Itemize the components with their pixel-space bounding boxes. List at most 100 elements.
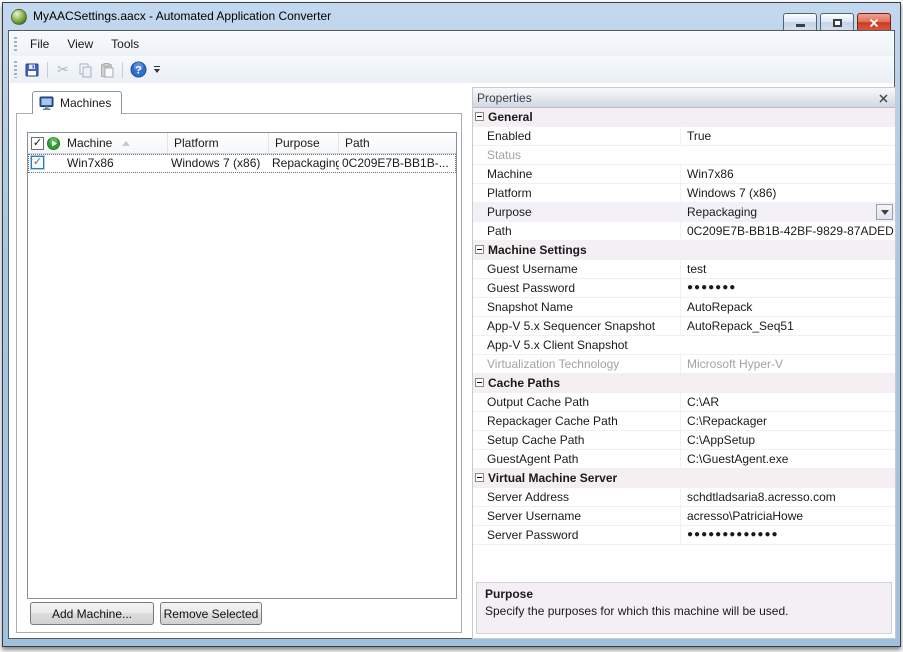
section-general[interactable]: General xyxy=(473,108,895,127)
cut-button[interactable]: ✂ xyxy=(53,60,73,80)
help-button[interactable]: ? xyxy=(128,60,148,80)
property-row-appv-client-snapshot[interactable]: App-V 5.x Client Snapshot xyxy=(473,336,895,355)
section-virtual-machine-server[interactable]: Virtual Machine Server xyxy=(473,469,895,488)
property-row-setup-cache-path[interactable]: Setup Cache Path C:\AppSetup xyxy=(473,431,895,450)
tab-machines[interactable]: Machines xyxy=(32,91,122,114)
collapse-icon[interactable] xyxy=(475,378,484,387)
toolbar-separator xyxy=(122,62,123,78)
row-checkbox[interactable]: ✓ xyxy=(31,156,44,169)
row-checkbox-cell[interactable]: ✓ xyxy=(28,154,46,173)
grip-handle[interactable] xyxy=(14,61,17,77)
copy-button[interactable] xyxy=(75,60,95,80)
property-row-appv-sequencer-snapshot[interactable]: App-V 5.x Sequencer Snapshot AutoRepack_… xyxy=(473,317,895,336)
property-row-guest-username[interactable]: Guest Username test xyxy=(473,260,895,279)
properties-title: Properties xyxy=(477,91,532,105)
property-value[interactable]: schdtladsaria8.acresso.com xyxy=(680,488,894,506)
table-header: ✓ Machine Platform Purpose xyxy=(28,133,456,154)
properties-close-button[interactable] xyxy=(876,91,891,106)
property-label: App-V 5.x Sequencer Snapshot xyxy=(487,317,679,335)
property-label: App-V 5.x Client Snapshot xyxy=(487,336,679,354)
property-value[interactable]: Windows 7 (x86) xyxy=(680,184,894,202)
client-area: File View Tools ✂ xyxy=(8,30,895,639)
menu-tools[interactable]: Tools xyxy=(102,34,148,54)
purpose-dropdown-button[interactable] xyxy=(876,204,893,220)
remove-selected-button[interactable]: Remove Selected xyxy=(160,602,262,625)
copy-icon xyxy=(77,62,93,78)
window-title: MyAACSettings.aacx - Automated Applicati… xyxy=(33,9,331,23)
column-header-purpose[interactable]: Purpose xyxy=(269,133,339,153)
machines-table[interactable]: ✓ Machine Platform Purpose xyxy=(27,132,457,599)
property-label: Setup Cache Path xyxy=(487,431,679,449)
toolbar-separator xyxy=(47,62,48,78)
property-value[interactable]: Win7x86 xyxy=(680,165,894,183)
property-value[interactable]: AutoRepack_Seq51 xyxy=(680,317,894,335)
property-value-password[interactable]: ●●●●●●● xyxy=(680,279,894,297)
column-label: Machine xyxy=(67,136,112,150)
select-all-checkbox[interactable]: ✓ xyxy=(31,137,44,150)
toolbar: ✂ ? xyxy=(10,56,893,83)
collapse-icon[interactable] xyxy=(475,473,484,482)
header-checkbox-cell[interactable]: ✓ xyxy=(28,133,46,153)
property-row-status[interactable]: Status xyxy=(473,146,895,165)
header-status-cell[interactable] xyxy=(46,133,61,153)
property-row-platform[interactable]: Platform Windows 7 (x86) xyxy=(473,184,895,203)
property-value[interactable]: AutoRepack xyxy=(680,298,894,316)
property-value[interactable]: Repackaging xyxy=(680,203,894,221)
property-value[interactable]: C:\GuestAgent.exe xyxy=(680,450,894,468)
property-row-path[interactable]: Path 0C209E7B-BB1B-42BF-9829-87ADED2E8 xyxy=(473,222,895,241)
property-label: Server Password xyxy=(487,526,679,544)
property-value[interactable]: acresso\PatriciaHowe xyxy=(680,507,894,525)
property-value[interactable]: True xyxy=(680,127,894,145)
menu-file[interactable]: File xyxy=(21,34,58,54)
save-button[interactable] xyxy=(22,60,42,80)
paste-button[interactable] xyxy=(97,60,117,80)
property-row-purpose[interactable]: Purpose Repackaging xyxy=(473,203,895,222)
property-row-virtualization-technology[interactable]: Virtualization Technology Microsoft Hype… xyxy=(473,355,895,374)
column-header-machine[interactable]: Machine xyxy=(61,133,168,153)
toolbar-overflow-button[interactable] xyxy=(151,60,163,80)
table-row[interactable]: ✓ Win7x86 Windows 7 (x86) Repackaging 0C… xyxy=(28,154,456,173)
section-label: Cache Paths xyxy=(488,376,560,390)
chevron-down-icon xyxy=(881,210,889,215)
property-value[interactable]: C:\AR xyxy=(680,393,894,411)
column-header-path[interactable]: Path xyxy=(339,133,458,153)
property-row-server-address[interactable]: Server Address schdtladsaria8.acresso.co… xyxy=(473,488,895,507)
property-row-server-username[interactable]: Server Username acresso\PatriciaHowe xyxy=(473,507,895,526)
property-row-repackager-cache-path[interactable]: Repackager Cache Path C:\Repackager xyxy=(473,412,895,431)
add-machine-button[interactable]: Add Machine... xyxy=(30,602,154,625)
column-label: Path xyxy=(345,136,370,150)
help-description: Specify the purposes for which this mach… xyxy=(485,604,883,618)
column-header-platform[interactable]: Platform xyxy=(168,133,269,153)
property-value[interactable]: C:\AppSetup xyxy=(680,431,894,449)
section-cache-paths[interactable]: Cache Paths xyxy=(473,374,895,393)
property-value[interactable]: test xyxy=(680,260,894,278)
cell-platform: Windows 7 (x86) xyxy=(168,154,269,173)
property-value-password[interactable]: ●●●●●●●●●●●●● xyxy=(680,526,894,544)
titlebar[interactable]: MyAACSettings.aacx - Automated Applicati… xyxy=(3,3,900,30)
property-row-enabled[interactable]: Enabled True xyxy=(473,127,895,146)
property-row-guest-password[interactable]: Guest Password ●●●●●●● xyxy=(473,279,895,298)
help-icon: ? xyxy=(130,61,147,78)
property-value[interactable]: 0C209E7B-BB1B-42BF-9829-87ADED2E8 xyxy=(680,222,894,240)
property-label: GuestAgent Path xyxy=(487,450,679,468)
property-row-guestagent-path[interactable]: GuestAgent Path C:\GuestAgent.exe xyxy=(473,450,895,469)
properties-header: Properties xyxy=(473,88,895,108)
machine-monitor-icon xyxy=(39,96,55,111)
section-machine-settings[interactable]: Machine Settings xyxy=(473,241,895,260)
property-row-server-password[interactable]: Server Password ●●●●●●●●●●●●● xyxy=(473,526,895,545)
cell-path: 0C209E7B-BB1B-... xyxy=(339,154,458,173)
property-value[interactable]: C:\Repackager xyxy=(680,412,894,430)
collapse-icon[interactable] xyxy=(475,245,484,254)
collapse-icon[interactable] xyxy=(475,112,484,121)
column-label: Purpose xyxy=(275,136,320,150)
app-window: MyAACSettings.aacx - Automated Applicati… xyxy=(2,2,901,647)
menu-view[interactable]: View xyxy=(58,34,102,54)
property-row-machine[interactable]: Machine Win7x86 xyxy=(473,165,895,184)
run-status-icon xyxy=(47,137,60,150)
grip-handle[interactable] xyxy=(14,37,17,51)
cell-purpose: Repackaging xyxy=(269,154,339,173)
property-label: Guest Password xyxy=(487,279,679,297)
property-row-snapshot-name[interactable]: Snapshot Name AutoRepack xyxy=(473,298,895,317)
property-row-output-cache-path[interactable]: Output Cache Path C:\AR xyxy=(473,393,895,412)
property-label: Machine xyxy=(487,165,679,183)
